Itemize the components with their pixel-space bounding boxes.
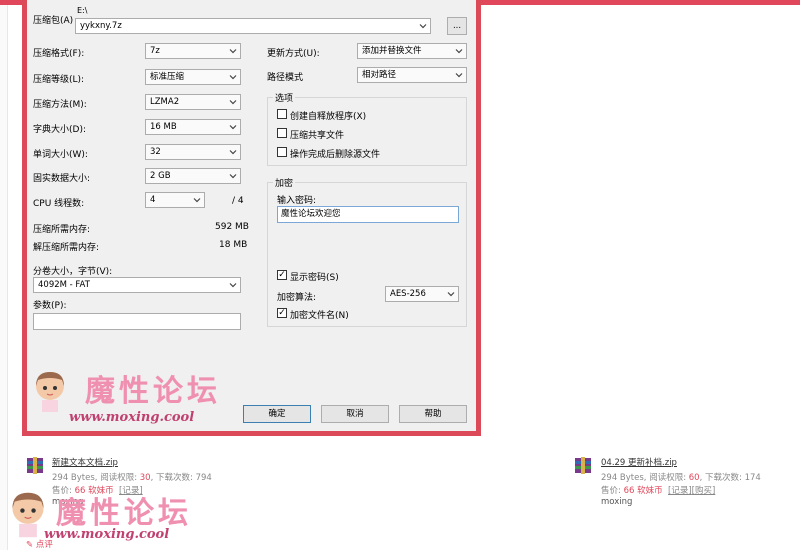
level-value: 标准压缩: [150, 72, 185, 82]
password-label: 输入密码:: [277, 196, 317, 206]
level-label: 压缩等级(L):: [33, 75, 85, 85]
archive-name-combobox[interactable]: yykxny.7z: [75, 18, 431, 34]
word-select[interactable]: 32: [145, 144, 241, 160]
delete-after-label: 操作完成后删除源文件: [290, 150, 381, 160]
update-mode-select[interactable]: 添加并替换文件: [357, 43, 467, 59]
encryption-method-label: 加密算法:: [277, 293, 317, 303]
dict-select[interactable]: 16 MB: [145, 119, 241, 135]
solid-select[interactable]: 2 GB: [145, 168, 241, 184]
buy-link[interactable]: [购买]: [692, 486, 716, 496]
archive-name-value: yykxny.7z: [80, 21, 122, 31]
comment-icon: ✎: [26, 540, 34, 550]
winrar-archive-icon: [575, 457, 591, 474]
path-mode-label: 路径模式: [267, 73, 304, 83]
add-to-archive-dialog: 压缩包(A) E:\ yykxny.7z ... 压缩格式(F): 7z 压缩等…: [27, 0, 476, 431]
attachment-name-link[interactable]: 新建文本文档.zip: [52, 456, 118, 468]
password-input[interactable]: 魔性论坛欢迎您: [277, 206, 459, 223]
attachment-price: 售价: 66 软妹币 [记录][购买]: [601, 486, 716, 496]
cpu-value: 4: [150, 195, 156, 205]
options-group-title: 选项: [273, 91, 296, 104]
params-input[interactable]: [33, 313, 241, 330]
method-label: 压缩方法(M):: [33, 100, 87, 110]
anime-girl-mascot-icon: [12, 492, 44, 538]
sfx-checkbox[interactable]: [277, 109, 287, 119]
left-margin-strip: [0, 5, 8, 550]
add-to-archive-dialog-frame: 压缩包(A) E:\ yykxny.7z ... 压缩格式(F): 7z 压缩等…: [22, 0, 481, 436]
chevron-down-icon[interactable]: [229, 281, 237, 289]
dict-value: 16 MB: [150, 122, 177, 132]
mem-compress-value: 592 MB: [215, 222, 249, 232]
cpu-select[interactable]: 4: [145, 192, 205, 208]
volume-value: 4092M - FAT: [38, 280, 90, 290]
format-value: 7z: [150, 46, 160, 56]
chevron-down-icon: [193, 198, 201, 203]
update-mode-value: 添加并替换文件: [362, 46, 422, 56]
shared-files-checkbox[interactable]: [277, 128, 287, 138]
volume-label: 分卷大小，字节(V):: [33, 267, 113, 277]
shared-files-label: 压缩共享文件: [290, 131, 345, 141]
chevron-down-icon[interactable]: [419, 22, 427, 30]
chevron-down-icon: [229, 125, 237, 130]
solid-value: 2 GB: [150, 171, 171, 181]
record-link[interactable]: [记录]: [668, 486, 692, 496]
watermark-url: www.moxing.cool: [69, 410, 195, 425]
cpu-label: CPU 线程数:: [33, 199, 85, 209]
chevron-down-icon: [455, 49, 463, 54]
chevron-down-icon: [455, 73, 463, 78]
solid-label: 固实数据大小:: [33, 174, 91, 184]
chevron-down-icon: [447, 292, 455, 297]
help-button[interactable]: 帮助: [399, 405, 467, 423]
comment-link[interactable]: ✎ 点评: [26, 538, 53, 550]
format-select[interactable]: 7z: [145, 43, 241, 59]
path-mode-select[interactable]: 相对路径: [357, 67, 467, 83]
format-label: 压缩格式(F):: [33, 49, 85, 59]
ok-button[interactable]: 确定: [243, 405, 311, 423]
show-password-checkbox[interactable]: ✓: [277, 270, 287, 280]
anime-girl-mascot-icon: [36, 372, 64, 412]
attachment-meta: 294 Bytes, 阅读权限: 60, 下载次数: 174: [601, 473, 761, 483]
archive-path-hint: E:\: [77, 6, 88, 15]
encryption-group-title: 加密: [273, 176, 296, 189]
method-value: LZMA2: [150, 97, 180, 107]
winrar-archive-icon: [27, 457, 43, 474]
word-value: 32: [150, 147, 161, 157]
watermark-title: 魔性论坛: [85, 374, 221, 409]
chevron-down-icon: [229, 75, 237, 80]
cancel-button[interactable]: 取消: [321, 405, 389, 423]
delete-after-checkbox[interactable]: [277, 147, 287, 157]
encrypt-filenames-label: 加密文件名(N): [290, 311, 349, 321]
mem-decompress-value: 18 MB: [219, 240, 248, 250]
path-mode-value: 相对路径: [362, 70, 397, 80]
attachment-uploader: moxing: [601, 497, 633, 507]
show-password-label: 显示密码(S): [290, 273, 339, 283]
archive-label: 压缩包(A): [33, 16, 74, 26]
attachment-name-link[interactable]: 04.29 更新补档.zip: [601, 456, 677, 468]
chevron-down-icon: [229, 174, 237, 179]
method-select[interactable]: LZMA2: [145, 94, 241, 110]
encrypt-filenames-checkbox[interactable]: ✓: [277, 308, 287, 318]
chevron-down-icon: [229, 100, 237, 105]
chevron-down-icon: [229, 150, 237, 155]
level-select[interactable]: 标准压缩: [145, 69, 241, 85]
browse-button[interactable]: ...: [447, 17, 467, 35]
encryption-method-select[interactable]: AES-256: [385, 286, 459, 302]
params-label: 参数(P):: [33, 301, 67, 311]
mem-compress-label: 压缩所需内存:: [33, 225, 91, 235]
attachment-meta: 294 Bytes, 阅读权限: 30, 下载次数: 794: [52, 473, 212, 483]
cpu-total: / 4: [232, 196, 244, 206]
word-label: 单词大小(W):: [33, 150, 88, 160]
encryption-method-value: AES-256: [390, 289, 426, 299]
sfx-label: 创建自释放程序(X): [290, 112, 367, 122]
dict-label: 字典大小(D):: [33, 125, 86, 135]
chevron-down-icon: [229, 49, 237, 54]
volume-combobox[interactable]: 4092M - FAT: [33, 277, 241, 293]
update-mode-label: 更新方式(U):: [267, 49, 320, 59]
watermark-title: 魔性论坛: [56, 496, 192, 531]
watermark-url: www.moxing.cool: [44, 527, 170, 542]
mem-decompress-label: 解压缩所需内存:: [33, 243, 100, 253]
